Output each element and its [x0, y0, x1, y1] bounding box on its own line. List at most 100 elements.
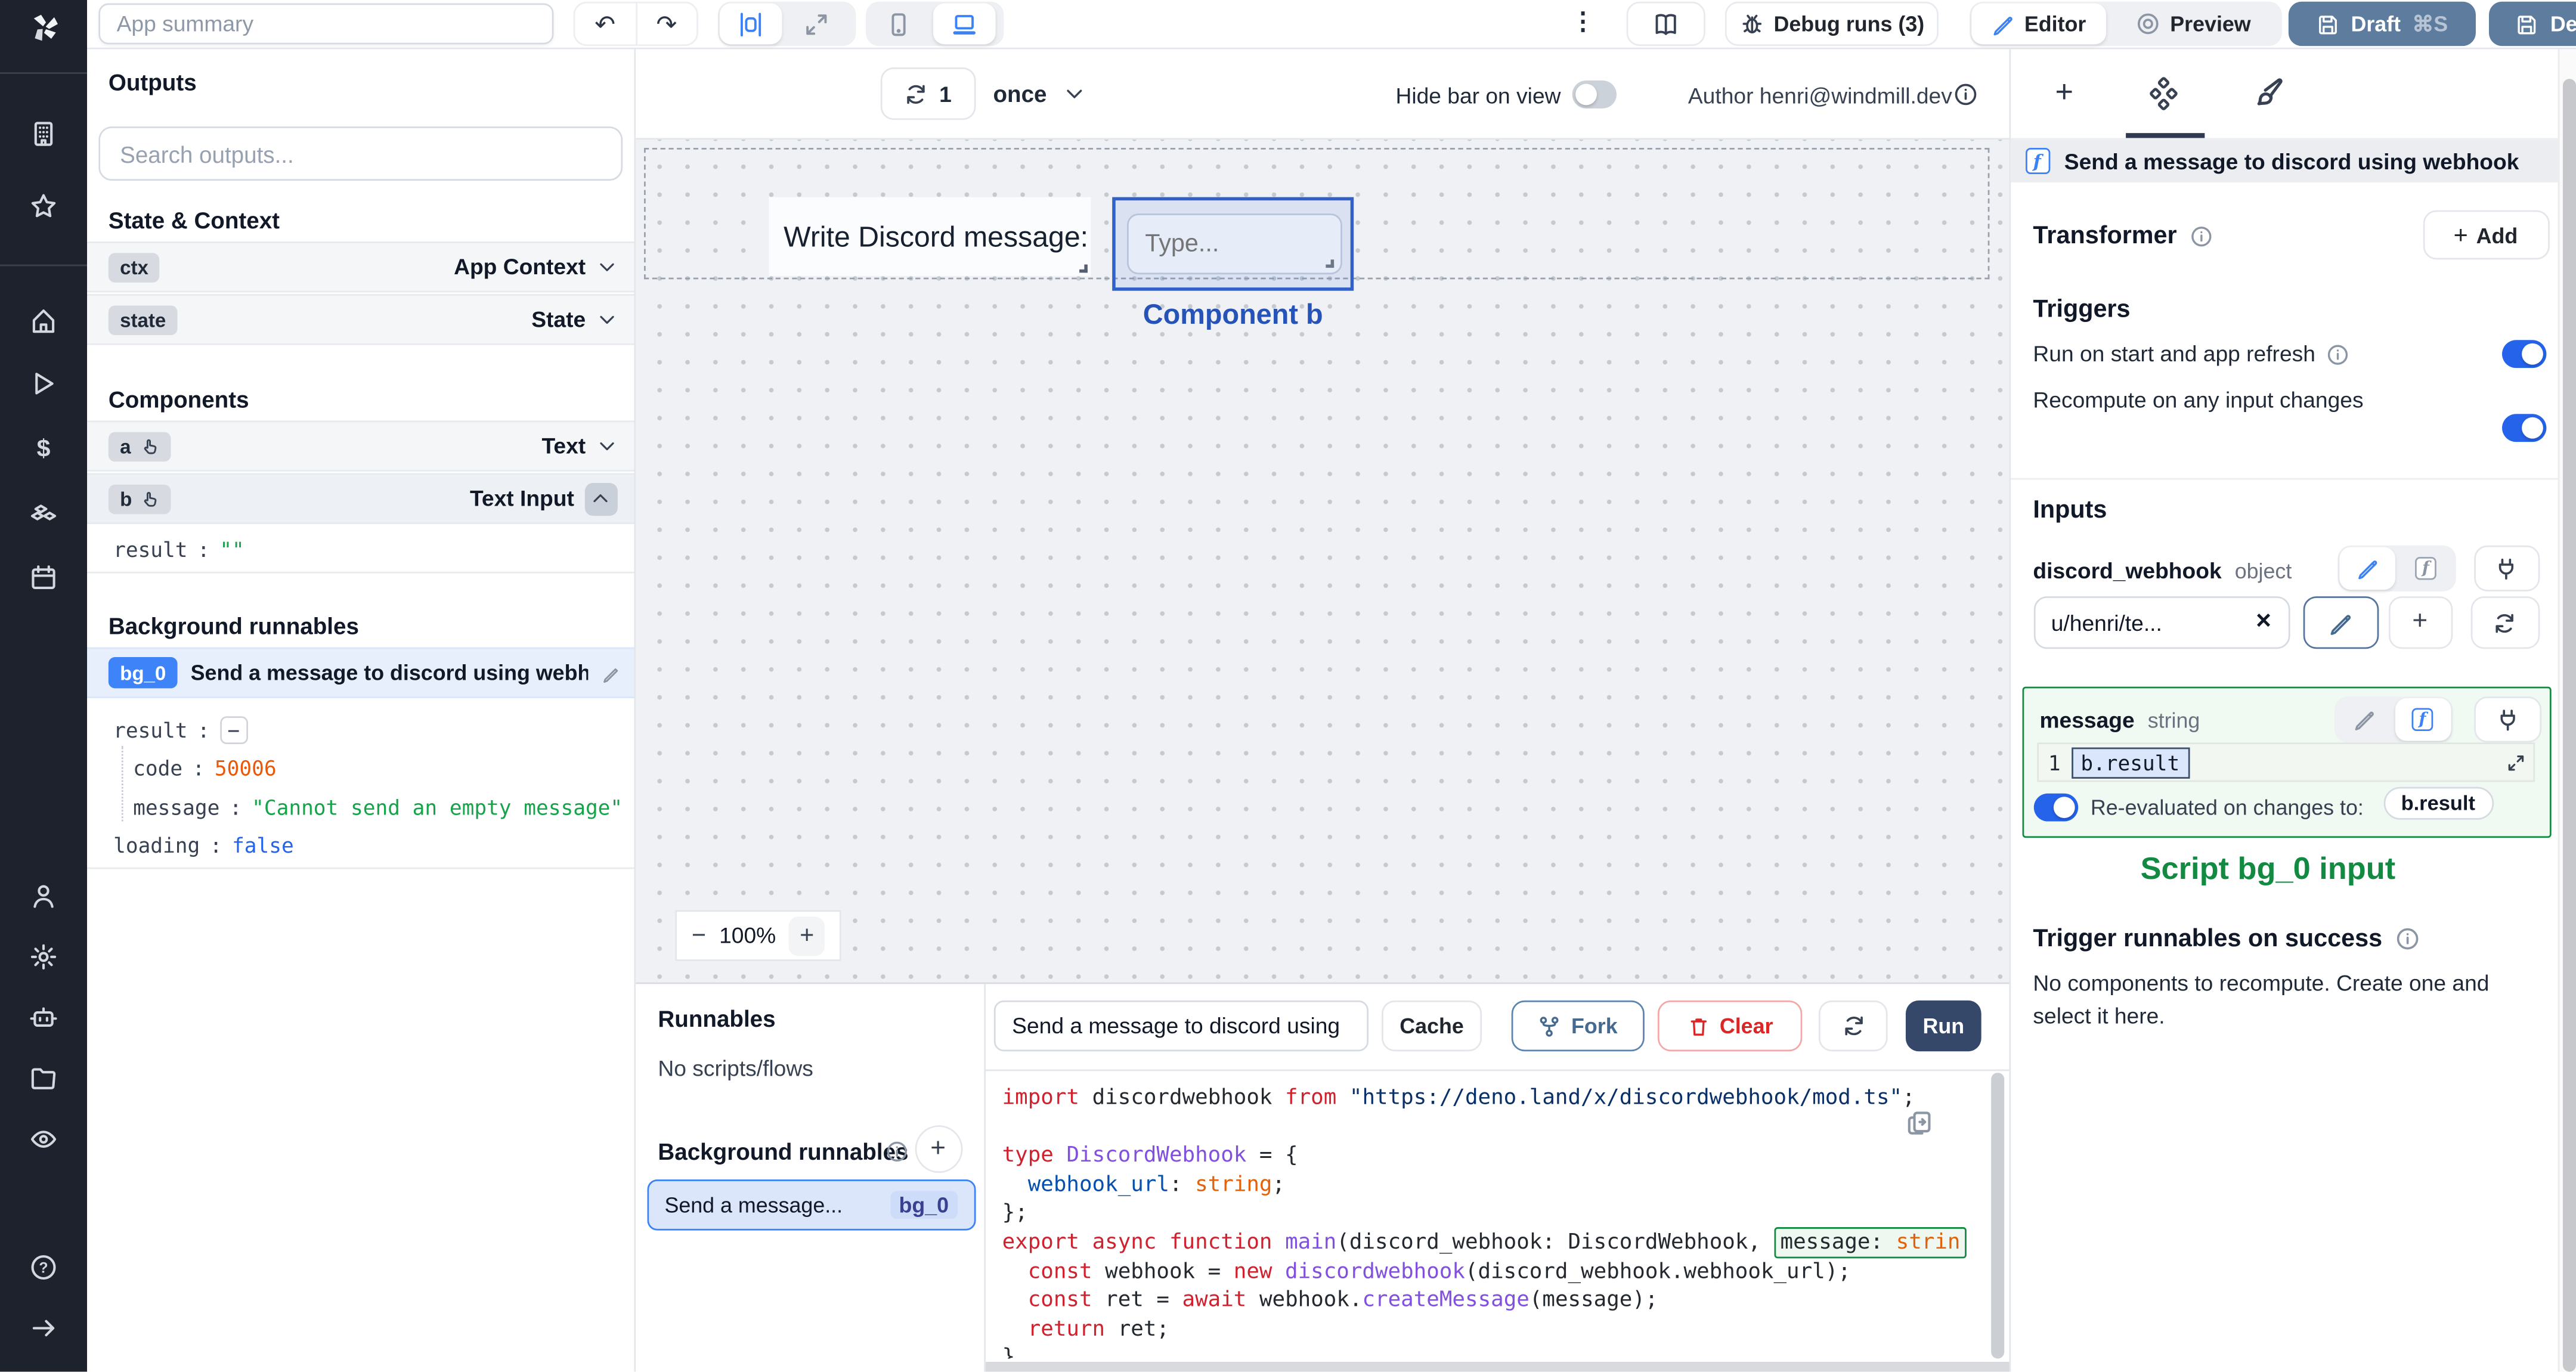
eval-mode-button[interactable]: f [2398, 547, 2454, 590]
copy-icon[interactable] [1906, 1109, 1934, 1137]
resize-handle[interactable] [1079, 264, 1088, 273]
info-icon[interactable] [885, 1140, 908, 1163]
expand-icon[interactable] [2504, 751, 2526, 773]
runs-play-icon[interactable] [30, 370, 58, 398]
collapse-arrow-icon[interactable] [30, 1314, 58, 1342]
tab-style-brush-icon[interactable] [2250, 76, 2284, 110]
run-button[interactable]: Run [1905, 1000, 1981, 1052]
help-icon[interactable]: ? [30, 1253, 58, 1281]
zoom-in-button[interactable]: + [789, 915, 825, 956]
clear-button[interactable]: Clear [1657, 1000, 1803, 1052]
state-key-badge: state [108, 305, 178, 335]
info-icon[interactable] [2190, 224, 2213, 247]
deploy-button[interactable]: Deploy [2488, 1, 2576, 47]
collapse-chevron-button[interactable] [584, 482, 617, 515]
tab-insert-plus-icon[interactable]: + [2049, 76, 2079, 110]
run-on-start-row: Run on start and app refresh [2033, 342, 2349, 366]
app-summary-input[interactable] [98, 3, 554, 45]
code-lines[interactable]: import discordwebhook from "https://deno… [1002, 1084, 1986, 1359]
dw-refresh-button[interactable] [2470, 596, 2540, 649]
undo-button[interactable]: ↶ [575, 4, 635, 45]
windmill-logo[interactable] [24, 8, 64, 48]
code-horizontal-scrollbar[interactable] [986, 1362, 2009, 1372]
eval-mode-button[interactable]: f [2394, 698, 2451, 741]
static-mode-button[interactable] [2338, 547, 2395, 590]
workspace-icon[interactable] [30, 120, 58, 148]
info-icon[interactable] [2327, 342, 2350, 366]
msg-connect-plug-button[interactable] [2473, 696, 2541, 743]
kebab-menu[interactable]: ⋮ [1571, 7, 1595, 36]
chevron-down-icon[interactable] [596, 309, 617, 330]
info-icon[interactable] [1952, 82, 1977, 107]
fork-button[interactable]: Fork [1511, 1000, 1645, 1052]
add-transformer-button[interactable]: + Add [2422, 210, 2549, 260]
debug-runs-button[interactable]: Debug runs (3) [1724, 1, 1939, 47]
robot-icon[interactable] [30, 1004, 58, 1032]
desktop-view-button[interactable] [933, 3, 996, 45]
recompute-toggle[interactable] [2501, 414, 2546, 442]
hand-pointer-icon [143, 438, 156, 454]
text-input-component[interactable] [1126, 213, 1342, 275]
run-on-start-toggle[interactable] [2501, 340, 2546, 368]
eye-icon[interactable] [30, 1125, 58, 1153]
runnable-item-badge: bg_0 [890, 1191, 957, 1219]
search-outputs-input[interactable] [98, 126, 623, 181]
tab-preview[interactable]: Preview [2111, 4, 2275, 45]
zoom-out-button[interactable]: − [692, 922, 706, 950]
collapse-node-button[interactable]: − [219, 716, 248, 745]
redo-button[interactable]: ↷ [637, 4, 697, 45]
output-row-state[interactable]: state State [87, 294, 634, 345]
add-background-runnable-button[interactable]: + [914, 1125, 962, 1173]
refresh-count-box[interactable]: 1 [880, 67, 976, 120]
bg0-row[interactable]: bg_0 Send a message to discord using web… [87, 647, 634, 698]
clear-resource-x[interactable]: × [2256, 608, 2271, 637]
app-canvas[interactable]: Write Discord message: Component b − 100… [634, 140, 2009, 983]
dw-resource-input[interactable]: u/henri/te... × [2033, 596, 2290, 649]
pencil-icon[interactable] [600, 663, 620, 683]
selected-component-b[interactable] [1112, 197, 1354, 291]
folder-icon[interactable] [30, 1064, 58, 1092]
resize-handle[interactable] [1326, 259, 1335, 268]
divider [2010, 478, 2558, 480]
text-component-a[interactable]: Write Discord message: [769, 197, 1091, 276]
resources-blocks-icon[interactable] [30, 500, 58, 528]
reeval-target-pill[interactable]: b.result [2383, 786, 2494, 820]
mobile-view-button[interactable] [868, 4, 930, 45]
static-mode-button[interactable] [2335, 698, 2391, 741]
centered-layout-button[interactable] [719, 3, 782, 45]
chevron-down-icon[interactable] [596, 435, 617, 457]
scrollbar-thumb[interactable] [2562, 79, 2575, 1372]
output-row-ctx[interactable]: ctx App Context [87, 241, 634, 293]
page-scrollbar[interactable] [2558, 49, 2576, 1372]
fullscreen-layout-button[interactable] [785, 4, 848, 45]
info-icon[interactable] [2395, 927, 2420, 951]
tab-settings-diamonds-icon[interactable] [2145, 76, 2181, 112]
user-icon[interactable] [30, 882, 58, 910]
dw-connect-plug-button[interactable] [2473, 545, 2540, 591]
sidebar-divider [0, 72, 88, 74]
component-row-a[interactable]: a Text [87, 420, 634, 472]
draft-button[interactable]: Draft ⌘S [2288, 1, 2476, 47]
interval-dropdown[interactable]: once [993, 80, 1086, 107]
favorites-star-icon[interactable] [30, 192, 58, 220]
gear-icon[interactable] [30, 943, 58, 971]
runnable-name-input[interactable] [993, 1000, 1368, 1052]
home-icon[interactable] [30, 307, 58, 335]
schedules-calendar-icon[interactable] [30, 563, 58, 591]
save-icon [2518, 15, 2537, 34]
runnable-item-bg0[interactable]: Send a message... bg_0 [646, 1179, 976, 1231]
reeval-toggle[interactable] [2033, 793, 2077, 822]
colon: : [197, 537, 210, 562]
code-vertical-scrollbar[interactable] [1990, 1073, 2004, 1359]
cache-button[interactable]: Cache [1382, 1000, 1482, 1052]
dw-edit-resource-button[interactable] [2302, 596, 2379, 649]
chevron-down-icon[interactable] [596, 256, 617, 278]
docs-book-button[interactable] [1626, 1, 1705, 47]
msg-expr-editor[interactable]: 1 b.result [2036, 742, 2534, 782]
component-row-b[interactable]: b Text Input [87, 473, 634, 524]
variables-dollar-icon[interactable]: $ [30, 433, 58, 462]
hide-bar-toggle[interactable] [1571, 80, 1616, 109]
refresh-script-button[interactable] [1818, 1000, 1888, 1052]
dw-new-resource-button[interactable]: + [2388, 596, 2452, 649]
tab-editor[interactable]: Editor [1971, 3, 2107, 45]
